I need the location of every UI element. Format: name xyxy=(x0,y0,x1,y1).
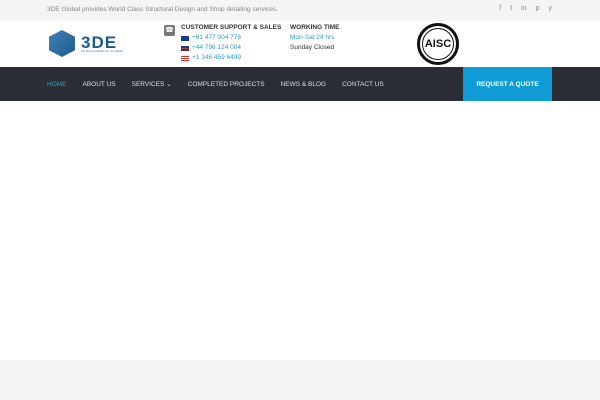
twitter-icon[interactable]: t xyxy=(510,5,512,12)
logo[interactable]: 3DE 3D ENGINEERING GLOBAL xyxy=(49,30,124,57)
nav-about-us[interactable]: ABOUT US xyxy=(83,81,116,88)
linkedin-icon[interactable]: in xyxy=(521,5,526,12)
uk-flag-icon xyxy=(181,45,189,51)
working-hours: Mon-Sat 24 hrs xyxy=(290,34,335,41)
nav-completed-projects[interactable]: COMPLETED PROJECTS xyxy=(188,81,265,88)
request-quote-button[interactable]: REQUEST A QUOTE xyxy=(463,67,552,101)
header: 3DE 3D ENGINEERING GLOBAL ☎ CUSTOMER SUP… xyxy=(0,21,600,67)
australia-flag-icon xyxy=(181,35,189,41)
logo-subtitle: 3D ENGINEERING GLOBAL xyxy=(81,49,124,53)
phone-number[interactable]: +61 477 004 776 xyxy=(192,33,241,43)
logo-text: 3DE xyxy=(81,32,118,52)
phone-number[interactable]: +44 796 124 004 xyxy=(192,43,241,53)
cube-logo-icon xyxy=(49,30,75,57)
main-nav: HOME ABOUT US SERVICES ⌄ COMPLETED PROJE… xyxy=(0,67,600,101)
pinterest-icon[interactable]: p xyxy=(536,5,540,12)
usa-flag-icon xyxy=(181,55,189,61)
phone-usa[interactable]: +1 346 459 6499 xyxy=(181,53,281,63)
tagline: 3DE Global provides World Class Structur… xyxy=(47,6,279,13)
nav-contact-us[interactable]: CONTACT US xyxy=(342,81,384,88)
nav-home[interactable]: HOME xyxy=(47,81,67,88)
nav-news-blog[interactable]: NEWS & BLOG xyxy=(281,81,327,88)
working-title: WORKING TIME xyxy=(290,24,340,31)
nav-services[interactable]: SERVICES ⌄ xyxy=(132,80,172,88)
youtube-icon[interactable]: y xyxy=(549,5,553,12)
footer-band xyxy=(0,360,600,400)
chevron-down-icon: ⌄ xyxy=(166,81,172,88)
phone-australia[interactable]: +61 477 004 776 xyxy=(181,33,281,43)
phone-icon: ☎ xyxy=(164,25,175,36)
social-links: f t in p y xyxy=(499,5,552,12)
nav-services-label: SERVICES xyxy=(131,81,165,88)
customer-support: CUSTOMER SUPPORT & SALES +61 477 004 776… xyxy=(181,24,281,63)
top-bar: 3DE Global provides World Class Structur… xyxy=(0,0,600,21)
facebook-icon[interactable]: f xyxy=(499,5,501,12)
working-time: WORKING TIME Mon-Sat 24 hrs Sunday Close… xyxy=(290,24,339,53)
support-title: CUSTOMER SUPPORT & SALES xyxy=(181,24,282,31)
phone-uk[interactable]: +44 796 124 004 xyxy=(181,43,281,53)
phone-number[interactable]: +1 346 459 6499 xyxy=(192,53,241,63)
aisc-seal-logo: AISC xyxy=(417,23,459,65)
closed-day: Sunday Closed xyxy=(290,44,335,51)
